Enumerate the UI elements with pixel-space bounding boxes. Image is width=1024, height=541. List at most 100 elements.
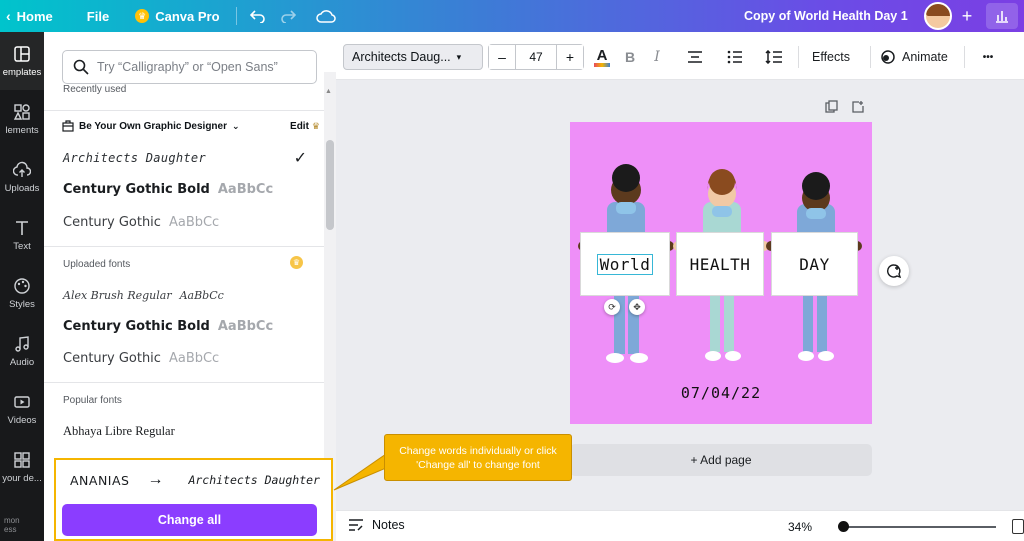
divider [44,246,324,247]
change-all-button[interactable]: Change all [62,504,317,536]
spacing-icon[interactable] [764,44,784,70]
brand-kit-icon [62,120,74,132]
font-name: Alex Brush Regular [63,288,172,302]
font-item-alex-brush[interactable]: Alex Brush Regular AaBbCc [63,282,313,308]
font-panel: Recently used Be Your Own Graphic Design… [44,32,336,541]
rail-item-elements[interactable]: lements [0,90,44,148]
rail-item-videos[interactable]: Videos [0,380,44,438]
date-text[interactable]: 07/04/22 [570,384,872,402]
sign-text[interactable]: HEALTH [690,255,751,274]
top-bar: ‹ Home File ♛ Canva Pro Copy of World He… [0,0,1024,32]
font-family-select[interactable]: Architects Daug... ▾ [343,44,483,70]
font-name: Century Gothic Bold [63,181,210,197]
home-label: Home [16,8,53,24]
bold-icon[interactable]: B [622,44,638,70]
elements-icon [13,103,30,120]
increase-size-button[interactable]: + [557,45,583,69]
add-collaborator-button[interactable]: + [955,3,979,29]
effects-button[interactable]: Effects [812,44,850,70]
canva-pro-label: Canva Pro [155,8,220,24]
rail-item-audio[interactable]: Audio [0,322,44,380]
page-view-icon[interactable] [1012,519,1024,534]
add-page-icon[interactable] [852,100,865,113]
sign-day[interactable]: DAY [771,232,858,296]
font-sample: AaBbCc [217,318,274,334]
font-item-century-gothic[interactable]: Century Gothic AaBbCc [63,345,313,371]
text-color-icon: A [596,46,608,64]
design-page[interactable]: World HEALTH DAY ⟳ ✥ 07/04/22 [570,122,872,424]
italic-icon[interactable]: I [650,44,664,70]
insights-icon[interactable] [986,3,1018,29]
canva-pro-button[interactable]: ♛ Canva Pro [125,9,229,24]
font-item-century-gothic-bold[interactable]: Century Gothic Bold AaBbCc [63,313,313,339]
sign-text[interactable]: World [596,253,654,275]
search-icon [73,59,89,75]
font-search[interactable] [62,50,317,84]
edit-brand-button[interactable]: Edit ♛ [290,121,320,132]
align-center-icon[interactable] [686,44,704,70]
file-menu[interactable]: File [77,9,119,24]
font-search-input[interactable] [97,60,297,74]
sign-text[interactable]: DAY [799,255,829,274]
notes-button[interactable]: Notes [348,518,405,532]
font-size-value[interactable]: 47 [515,45,557,69]
file-label: File [86,8,110,24]
popular-fonts-label: Popular fonts [63,395,122,406]
rotate-handle-icon[interactable]: ⟳ [604,299,620,315]
duplicate-page-icon[interactable] [825,100,838,113]
more-options-button[interactable]: ••• [978,44,998,70]
font-name: Century Gothic [63,350,161,366]
left-rail: emplates lements Uploads Text Styles Aud… [0,32,44,541]
rail-item-templates[interactable]: emplates [0,32,44,90]
add-comment-button[interactable] [879,256,909,286]
notes-label: Notes [372,518,405,532]
font-item-century-gothic[interactable]: Century Gothic AaBbCc [63,209,313,235]
brand-kit-row[interactable]: Be Your Own Graphic Designer ⌄ Edit ♛ [62,118,320,134]
home-button[interactable]: ‹ Home [0,8,63,24]
decrease-size-button[interactable]: – [489,45,515,69]
text-color-button[interactable]: A [592,44,612,70]
zoom-slider-track[interactable] [842,526,996,528]
zoom-level[interactable]: 34% [788,520,812,534]
rail-label: Videos [7,414,37,426]
rail-label: your de... [2,472,42,484]
scroll-up-icon[interactable]: ▲ [325,88,332,95]
logo-text: ess [4,525,17,534]
replace-font-box: ANANIAS → Architects Daughter Change all [54,458,333,541]
document-title[interactable]: Copy of World Health Day 1 [744,0,908,32]
bottom-bar: Notes 34% [336,510,1024,541]
rail-item-uploads[interactable]: Uploads [0,148,44,206]
music-note-icon [15,335,29,352]
cloud-sync-icon[interactable] [311,3,341,29]
rail-item-your-designs[interactable]: your de... [0,438,44,496]
animate-button[interactable]: Animate [880,44,948,70]
list-icon[interactable] [726,44,744,70]
sign-health[interactable]: HEALTH [676,232,764,296]
scrollbar-thumb[interactable] [326,140,334,230]
toolbar-divider [870,46,871,68]
avatar[interactable] [924,2,952,30]
templates-icon [14,45,30,62]
rail-item-text[interactable]: Text [0,206,44,264]
animate-icon [881,50,895,64]
font-item-abhaya-libre[interactable]: Abhaya Libre Regular [63,418,313,444]
font-item-architects-daughter[interactable]: Architects Daughter ✓ [63,145,313,171]
page-tools [825,100,865,113]
font-sample: AaBbCc [217,181,274,197]
rail-item-styles[interactable]: Styles [0,264,44,322]
replace-row[interactable]: ANANIAS → Architects Daughter [70,470,320,490]
move-handle-icon[interactable]: ✥ [629,299,645,315]
video-icon [14,395,30,408]
chevron-down-icon: ⌄ [232,120,240,131]
rail-label: Styles [9,298,35,310]
animate-label: Animate [902,50,948,64]
edit-label: Edit [290,120,309,132]
notes-icon [349,519,363,531]
zoom-slider-knob[interactable] [838,521,849,532]
rail-label: lements [5,124,39,136]
redo-icon[interactable] [273,3,303,29]
sign-world[interactable]: World [580,232,670,296]
undo-icon[interactable] [243,3,273,29]
add-page-button[interactable]: + Add page [570,444,872,476]
font-item-century-gothic-bold[interactable]: Century Gothic Bold AaBbCc [63,176,313,202]
